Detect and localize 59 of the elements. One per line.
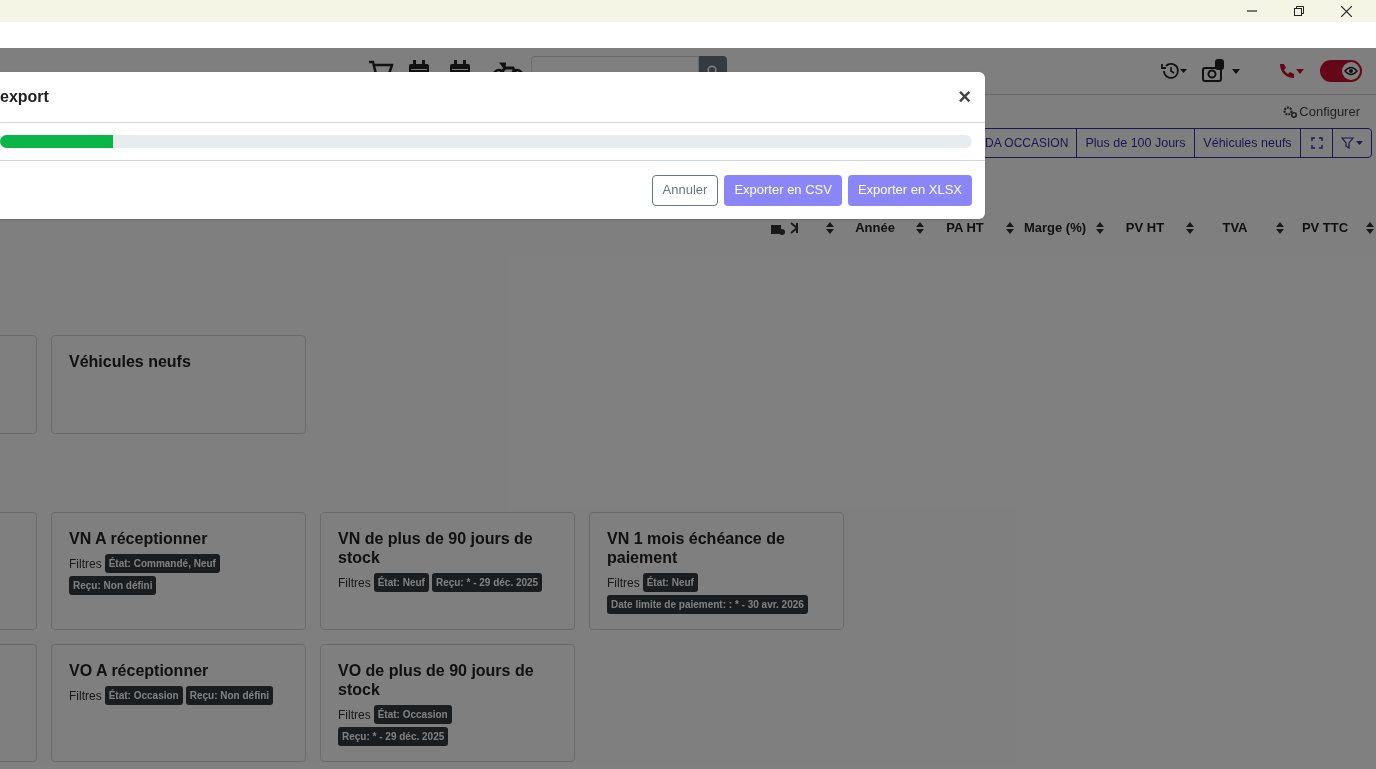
filters-label: Filtres <box>607 574 640 592</box>
filter-badge: État: Neuf <box>373 573 429 592</box>
camera-icon[interactable] <box>1202 59 1226 83</box>
cancel-button[interactable]: Annuler <box>651 174 719 206</box>
sort-icon <box>1096 222 1104 234</box>
card-title: VN 1 mois échéance de paiement <box>607 529 786 567</box>
column-header[interactable]: PV HT <box>1104 218 1186 238</box>
card[interactable]: VN A réceptionner Filtres État: Commandé, Neuf Reçu: Non défini <box>51 512 306 630</box>
caret-icon[interactable] <box>1232 68 1240 74</box>
filter-badge: État: Commandé, Neuf <box>104 554 220 573</box>
card[interactable]: VN de plus de 90 jours de stock Filtres État: Neuf Reçu: * - 29 déc. 2025 <box>320 512 575 630</box>
filter-badge: Reçu: * - 29 déc. 2025 <box>338 727 449 746</box>
restore-icon[interactable] <box>1294 6 1304 16</box>
column-header[interactable]: PA HT <box>924 218 1006 238</box>
close-button[interactable]: × <box>958 86 971 108</box>
card[interactable]: VO de plus de 90 jours de stock Filtres État: Occasion Reçu: * - 29 déc. 2025 <box>320 644 575 762</box>
filters-label: Filtres <box>69 687 102 705</box>
filters-label: Filtres <box>338 574 371 592</box>
column-header[interactable]: TVA <box>1194 218 1276 238</box>
column-header[interactable]: Marge (%) <box>1014 218 1096 238</box>
sort-icon <box>1276 222 1284 234</box>
card-title: VO A réceptionner <box>69 661 210 680</box>
column-header[interactable]: Année <box>834 218 916 238</box>
sort-icon <box>1006 222 1014 234</box>
filter-button[interactable]: Véhicules neufs <box>1195 129 1301 157</box>
filters-label: Filtres <box>338 706 371 724</box>
card-title: VN de plus de 90 jours de stock <box>338 529 534 567</box>
sort-icon <box>826 222 834 234</box>
phone-icon[interactable] <box>1278 63 1304 79</box>
modal-title: export <box>0 87 49 107</box>
filter-badge: État: Neuf <box>642 573 698 592</box>
close-icon[interactable] <box>1341 5 1352 17</box>
sort-icon <box>1186 222 1194 234</box>
fullscreen-icon <box>1310 137 1323 149</box>
card-title: Véhicules neufs <box>69 352 192 371</box>
sort-icon <box>916 222 924 234</box>
history-icon[interactable] <box>1160 62 1188 80</box>
card[interactable]: VN 1 mois échéance de paiement Filtres État: Neuf Date limite de paiement: : * - 30 avr. 2026 <box>589 512 844 630</box>
column-header[interactable]: PV TTC <box>1284 218 1366 238</box>
export-button[interactable]: Exporter en XLSX <box>847 174 972 206</box>
filter-badge: Reçu: Non défini <box>185 686 274 705</box>
filter-button[interactable]: Plus de 100 Jours <box>1077 129 1195 157</box>
filter-badge: Reçu: * - 29 déc. 2025 <box>431 573 543 592</box>
export-button[interactable]: Exporter en CSV <box>724 174 842 206</box>
sort-icon <box>1366 222 1374 234</box>
filters-label: Filtres <box>69 555 102 573</box>
filter-badge: Date limite de paiement: : * - 30 avr. 2026 <box>607 595 808 614</box>
filter-badge: État: Occasion <box>104 686 183 705</box>
filter-badge: Reçu: Non défini <box>69 576 157 595</box>
card[interactable]: VO A réceptionner Filtres État: Occasion Reçu: Non défini <box>51 644 306 762</box>
filter-badge: État: Occasion <box>373 705 452 724</box>
card-title: VO de plus de 90 jours de stock <box>338 661 535 699</box>
eye-icon <box>1342 62 1360 80</box>
filter-icon <box>1341 137 1363 149</box>
card[interactable]: Véhicules neufs <box>51 335 306 434</box>
card-title: VN A réceptionner <box>69 529 209 548</box>
toggle-switch[interactable] <box>1320 60 1362 82</box>
gears-icon <box>1283 105 1298 118</box>
configure-link[interactable]: Configurer <box>1299 101 1360 122</box>
